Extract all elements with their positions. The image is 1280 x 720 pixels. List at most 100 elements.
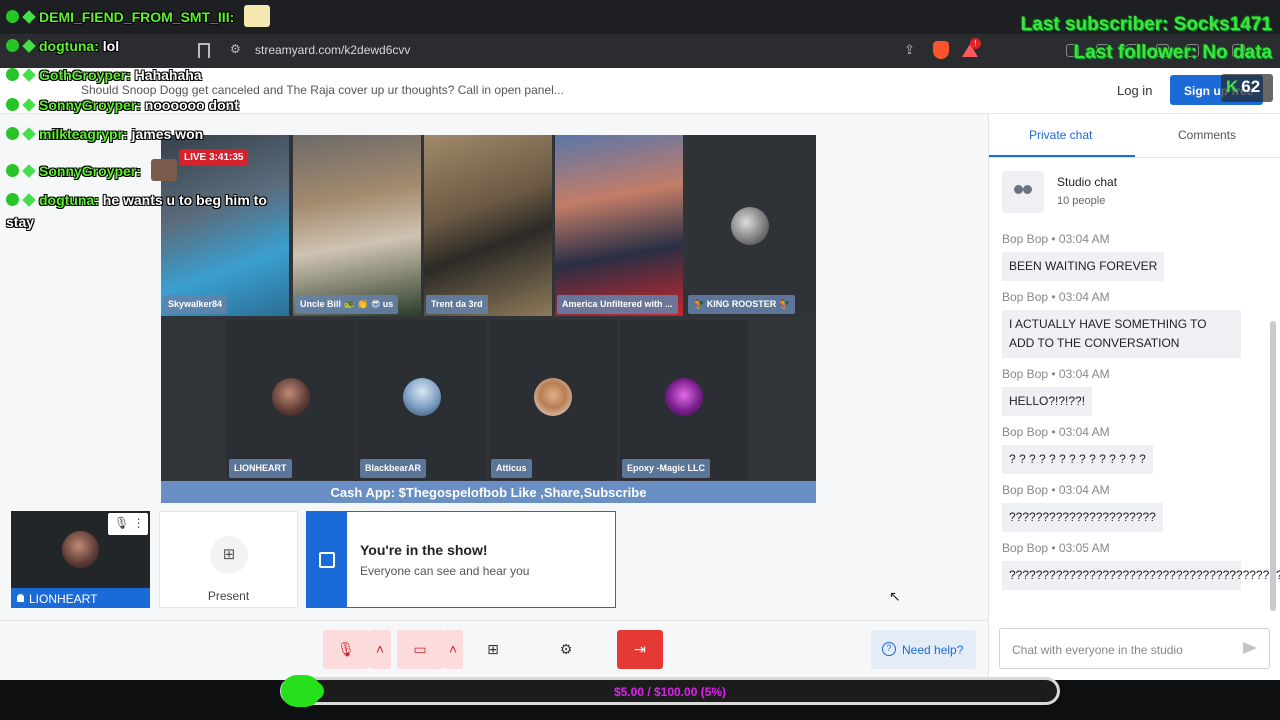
message-text: ? ? ? ? ? ? ? ? ? ? ? ? ? ? xyxy=(1002,445,1153,474)
more-icon[interactable]: ⋮ xyxy=(133,516,145,530)
need-help-button[interactable]: ? Need help? xyxy=(871,630,976,669)
overlay-chat-text: james won xyxy=(131,126,204,142)
mod-badge-icon xyxy=(6,193,19,206)
tab-private-chat[interactable]: Private chat xyxy=(1029,128,1092,142)
self-preview-tile[interactable]: 🎙 ⋮ LIONHEART xyxy=(11,511,150,608)
overlay-chat-user: milkteagrypr: xyxy=(39,126,128,142)
leave-studio-button[interactable]: ⇥ xyxy=(617,630,663,669)
send-icon[interactable] xyxy=(1243,642,1257,654)
overlay-chat-line: milkteagrypr: james won xyxy=(6,126,203,142)
chat-message: Bop Bop • 03:04 AM I ACTUALLY HAVE SOMET… xyxy=(1002,290,1257,358)
participant-name: BlackbearAR xyxy=(360,459,427,478)
message-time: 03:04 AM xyxy=(1058,367,1110,381)
message-text: ????????????????????????????????????????… xyxy=(1002,561,1280,590)
stage-banner: Cash App: $Thegospelofbob Like ,Share,Su… xyxy=(161,481,816,503)
studio-people-count: 10 people xyxy=(1057,195,1106,207)
viewer-count: 62 xyxy=(1241,77,1261,96)
live-badge: LIVE 3:41:35 xyxy=(179,149,249,166)
participant-tile[interactable]: BlackbearAR xyxy=(358,320,486,480)
mic-off-icon[interactable]: 🎙 xyxy=(114,516,129,530)
chat-scrollbar[interactable] xyxy=(1270,321,1276,611)
in-show-notice: You're in the show! Everyone can see and… xyxy=(306,511,616,608)
mic-options-button[interactable]: ˄ xyxy=(369,630,391,669)
chevron-up-icon: ˄ xyxy=(375,641,385,657)
sub-badge-icon xyxy=(22,164,36,178)
url-text[interactable]: streamyard.com/k2dewd6cvv xyxy=(255,43,410,57)
overlay-chat-text: lol xyxy=(102,38,120,54)
message-time: 03:04 AM xyxy=(1058,425,1110,439)
brave-shield-icon[interactable] xyxy=(933,41,949,59)
message-time: 03:04 AM xyxy=(1058,483,1110,497)
participant-tile[interactable]: 🐓 KING ROOSTER 🐓 xyxy=(686,135,814,316)
mod-badge-icon xyxy=(6,10,19,23)
share-screen-button[interactable]: ⊞ xyxy=(470,630,516,669)
mod-badge-icon xyxy=(6,39,19,52)
sub-badge-icon xyxy=(22,39,36,53)
chat-message: Bop Bop • 03:04 AM ? ? ? ? ? ? ? ? ? ? ?… xyxy=(1002,425,1257,474)
donation-knob xyxy=(281,675,321,707)
sub-badge-icon xyxy=(22,98,36,112)
notice-title: You're in the show! xyxy=(360,542,488,558)
chat-message: Bop Bop • 03:04 AM ?????????????????????… xyxy=(1002,483,1257,532)
help-icon: ? xyxy=(882,642,896,656)
overlay-chat-text: Hahahaha xyxy=(134,67,202,83)
overlay-chat-user: DEMI_FIEND_FROM_SMT_III: xyxy=(39,9,235,25)
sub-badge-icon xyxy=(22,127,36,141)
tab-comments[interactable]: Comments xyxy=(1178,128,1236,142)
site-info-icon[interactable]: ⚙ xyxy=(230,42,244,56)
avatar xyxy=(665,378,703,416)
participant-name: LIONHEART xyxy=(229,459,292,478)
participant-name: Trent da 3rd xyxy=(426,295,488,314)
avatar xyxy=(62,531,99,568)
mod-badge-icon xyxy=(6,164,19,177)
mute-button[interactable]: 🎙 xyxy=(323,630,369,669)
participant-tile[interactable]: America Unfiltered with ... xyxy=(555,135,683,316)
message-author: Bop Bop xyxy=(1002,290,1049,304)
message-text: ?????????????????????? xyxy=(1002,503,1163,532)
last-follower: Last follower: No data xyxy=(1073,42,1272,63)
message-author: Bop Bop xyxy=(1002,425,1049,439)
notice-accent xyxy=(307,512,347,607)
participant-tile[interactable]: Uncle Bill 🐢 👏 😎 us xyxy=(293,135,421,316)
sub-badge-icon xyxy=(22,10,36,24)
overlay-chat-line: SonnyGroyper: xyxy=(6,159,177,181)
message-author: Bop Bop xyxy=(1002,367,1049,381)
participant-tile[interactable]: Trent da 3rd xyxy=(424,135,552,316)
overlay-chat-line: GothGroyper: Hahahaha xyxy=(6,67,202,83)
message-text: HELLO?!?!??! xyxy=(1002,387,1093,416)
participant-tile[interactable]: Atticus xyxy=(489,320,617,480)
message-text: I ACTUALLY HAVE SOMETHING TO ADD TO THE … xyxy=(1002,310,1241,358)
emote-icon xyxy=(244,5,271,27)
screen-share-icon: ⊞ xyxy=(487,641,499,657)
avatar xyxy=(534,378,572,416)
camera-options-button[interactable]: ˄ xyxy=(443,630,463,669)
message-time: 03:04 AM xyxy=(1058,232,1110,246)
tab-divider xyxy=(989,157,1280,158)
present-button[interactable]: ⊞ Present xyxy=(159,511,298,608)
mod-badge-icon xyxy=(6,98,19,111)
message-author: Bop Bop xyxy=(1002,232,1049,246)
login-link[interactable]: Log in xyxy=(1117,83,1152,98)
person-card-icon xyxy=(319,552,335,568)
participant-name: America Unfiltered with ... xyxy=(557,295,678,314)
mic-off-icon: 🎙 xyxy=(337,641,355,657)
participant-name: Atticus xyxy=(491,459,532,478)
camera-off-button[interactable]: ▭ xyxy=(397,630,443,669)
studio-chat-title: Studio chat xyxy=(1057,175,1118,189)
overlay-chat-user: dogtuna: xyxy=(39,192,99,208)
overlay-chat-text: he wants u to beg him to xyxy=(102,192,267,208)
overlay-chat-user: GothGroyper: xyxy=(39,67,131,83)
chat-message: Bop Bop • 03:05 AM ?????????????????????… xyxy=(1002,541,1280,590)
self-tile-options[interactable]: 🎙 ⋮ xyxy=(108,513,148,535)
overlay-chat-line: DEMI_FIEND_FROM_SMT_III: xyxy=(6,5,271,27)
sub-badge-icon xyxy=(22,68,36,82)
overlay-chat-line: dogtuna: lol xyxy=(6,38,119,54)
donation-goal-text: $5.00 / $100.00 (5%) xyxy=(613,685,727,699)
share-icon[interactable]: ⇪ xyxy=(904,42,915,58)
settings-button[interactable]: ⚙ xyxy=(543,630,589,669)
participant-tile[interactable]: Epoxy -Magic LLC xyxy=(620,320,748,480)
bookmark-icon[interactable] xyxy=(198,43,210,58)
chat-input[interactable]: Chat with everyone in the studio xyxy=(999,628,1270,669)
participant-tile[interactable]: LIONHEART xyxy=(227,320,355,480)
avatar xyxy=(731,207,769,245)
